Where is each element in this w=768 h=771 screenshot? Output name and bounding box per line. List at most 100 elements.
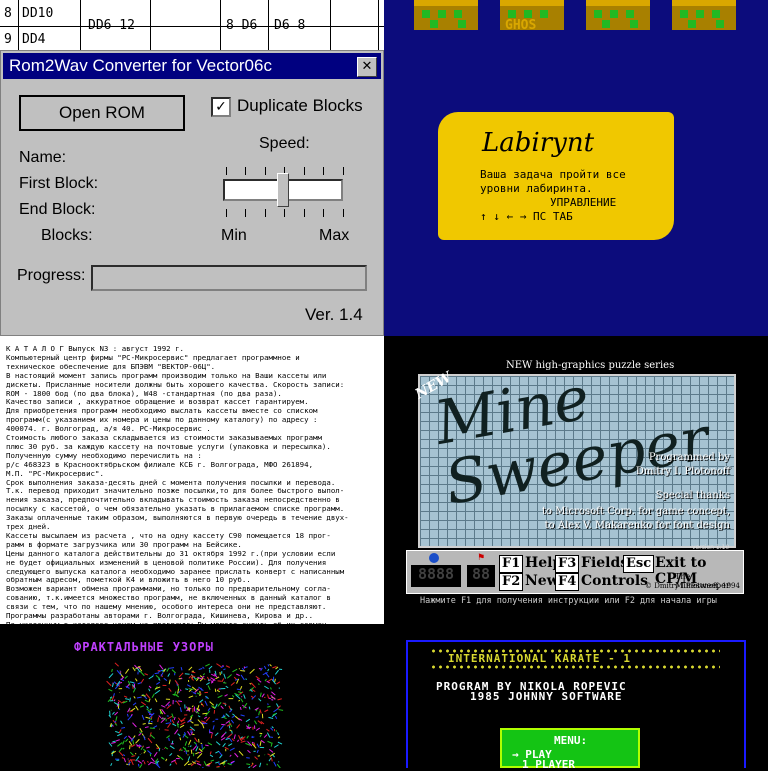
f4-key[interactable]: F4 (555, 573, 579, 591)
fractal-stroke (239, 751, 243, 755)
fractal-stroke (245, 667, 248, 668)
game-title: Labirynt (482, 128, 594, 158)
fractal-stroke (241, 741, 246, 742)
fractal-stroke (138, 683, 142, 684)
fractal-stroke (275, 679, 276, 682)
fractal-stroke (264, 710, 268, 712)
fractal-stroke (267, 681, 270, 683)
fractal-stroke (250, 669, 255, 673)
fractal-stroke (153, 675, 154, 676)
fractal-stroke (235, 753, 239, 757)
catalog-line: Кассеты высылаем из расчета , что на одн… (6, 531, 380, 540)
catalog-line: рамм в формате загрузчика или 30 програм… (6, 540, 380, 549)
building-sprite (414, 0, 478, 30)
fractal-stroke (161, 705, 165, 707)
fractal-stroke (188, 751, 189, 752)
fractal-stroke (172, 670, 176, 673)
fractal-image (0, 624, 384, 768)
fractal-stroke (109, 689, 113, 691)
fractal-stroke (216, 766, 219, 767)
fractal-stroke (125, 669, 128, 674)
fractal-stroke (145, 700, 148, 702)
f1-key[interactable]: F1 (499, 555, 523, 573)
fractal-stroke (116, 716, 117, 720)
fractal-stroke (123, 741, 125, 745)
row-name: DD4 (22, 32, 45, 47)
fractal-stroke (236, 674, 239, 676)
fractal-stroke (275, 670, 278, 674)
fractal-stroke (219, 763, 221, 765)
rom2wav-window: Rom2Wav Converter for Vector06c ✕ Open R… (0, 50, 384, 336)
ghos-label: GHOS (505, 18, 536, 33)
fractal-stroke (180, 690, 181, 691)
fractal-stroke (148, 723, 152, 724)
slider-ticks-bottom (226, 209, 344, 217)
f3-key[interactable]: F3 (555, 555, 579, 573)
fractal-stroke (198, 720, 202, 725)
title-bar[interactable]: Rom2Wav Converter for Vector06c ✕ (3, 53, 381, 79)
fractal-stroke (167, 668, 169, 672)
fractal-stroke (258, 684, 259, 685)
fractal-stroke (136, 756, 139, 761)
fractal-stroke (133, 667, 135, 671)
fractal-stroke (249, 707, 250, 710)
fractal-stroke (223, 683, 226, 684)
fractal-stroke (117, 734, 122, 736)
fractal-stroke (140, 728, 142, 732)
catalog-line: Качество записи , аккуратное обращение и… (6, 397, 380, 406)
fractal-stroke (134, 696, 135, 698)
fractal-stroke (139, 747, 140, 748)
fractal-stroke (180, 722, 185, 725)
row-cell: DD6 12 (88, 18, 135, 33)
fractal-stroke (210, 755, 213, 757)
fractal-stroke (268, 669, 269, 671)
fractal-stroke (201, 721, 206, 723)
fractal-stroke (231, 761, 234, 763)
fractal-stroke (259, 711, 260, 715)
fractal-stroke (130, 682, 134, 683)
fractal-stroke (172, 724, 176, 726)
fractal-stroke (267, 706, 270, 707)
open-rom-label: Open ROM (21, 103, 183, 123)
fractal-stroke (268, 754, 270, 755)
catalog-document: К А Т А Л О Г Выпуск N3 : август 1992 г.… (0, 336, 384, 624)
scroll-line: Ваша задача пройти все (480, 168, 626, 181)
fractal-stroke (191, 750, 192, 754)
fractal-stroke (159, 716, 161, 718)
fractal-stroke (205, 745, 208, 746)
fractal-stroke (115, 663, 119, 666)
fractal-stroke (189, 696, 193, 698)
open-rom-button[interactable]: Open ROM (19, 95, 185, 131)
esc-key[interactable]: Esc (623, 555, 654, 573)
fractal-stroke (200, 700, 203, 703)
fractal-stroke (180, 737, 181, 740)
fractal-stroke (138, 764, 139, 767)
fractal-stroke (190, 746, 192, 747)
fractal-stroke (116, 740, 120, 741)
speed-slider-thumb[interactable] (277, 173, 289, 207)
fractal-stroke (148, 763, 151, 765)
fractal-stroke (203, 667, 205, 668)
fractal-stroke (180, 725, 184, 727)
catalog-line: Полученную сумму необходимо перечислить … (6, 451, 380, 460)
duplicate-blocks-checkbox[interactable]: ✓ (211, 97, 231, 117)
fractal-stroke (172, 720, 174, 724)
catalog-line: техническое обеспечение для БПЭВМ "ВЕКТО… (6, 362, 380, 371)
fractal-stroke (213, 721, 215, 722)
fractal-stroke (267, 733, 270, 738)
fractal-stroke (266, 672, 270, 677)
fractal-stroke (166, 723, 170, 724)
fractal-stroke (138, 760, 142, 763)
menu-item-1-player[interactable]: 1 PLAYER (522, 758, 575, 771)
fractal-stroke (268, 679, 272, 681)
catalog-line: р/с 468323 в Краснооктябрьском филиале К… (6, 460, 380, 469)
fractal-stroke (139, 733, 142, 735)
blocks-label: Blocks: (41, 227, 93, 245)
f2-key[interactable]: F2 (499, 573, 523, 591)
fractal-stroke (229, 706, 231, 711)
close-icon[interactable]: ✕ (357, 57, 377, 77)
fractal-stroke (234, 693, 239, 695)
fractal-stroke (167, 723, 170, 727)
catalog-line: посылку с кассетой, о чем обязательно ук… (6, 504, 380, 513)
fractal-stroke (218, 695, 223, 697)
